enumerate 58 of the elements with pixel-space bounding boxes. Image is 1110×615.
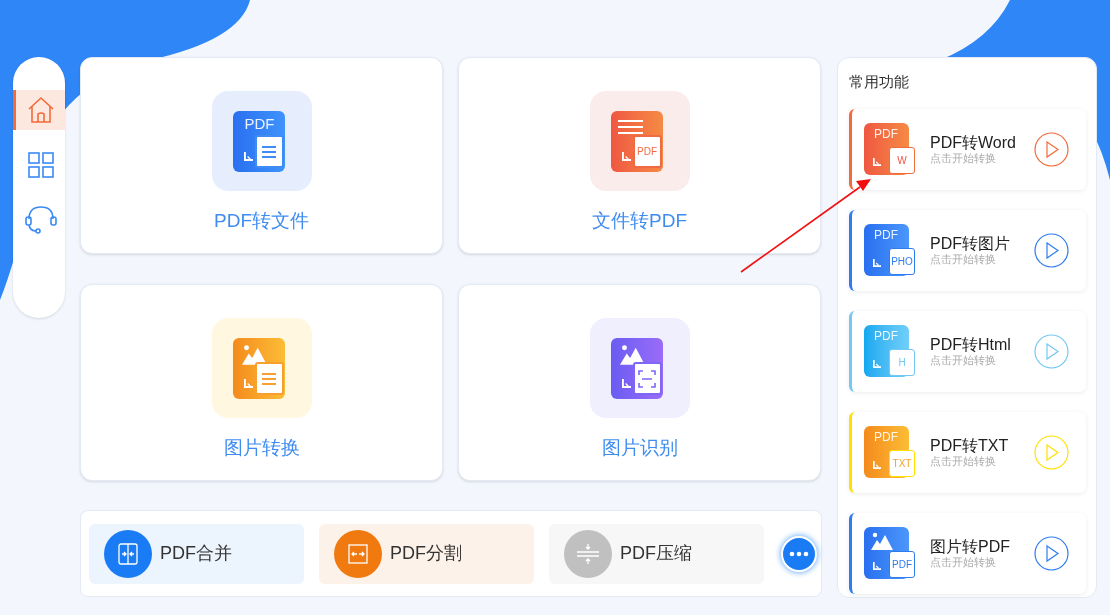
function-item[interactable]: PDF W PDF转Word 点击开始转换 — [849, 108, 1086, 190]
sidebar-item[interactable] — [13, 90, 65, 130]
play-icon[interactable] — [1034, 535, 1069, 571]
headset-icon — [23, 205, 58, 235]
play-icon[interactable] — [1034, 333, 1069, 369]
corner-mark-icon — [873, 360, 881, 368]
function-subtitle: 点击开始转换 — [930, 354, 997, 367]
icon-label: PDF — [874, 330, 898, 342]
icon-label: PDF — [874, 431, 898, 443]
panel-title: 常用功能 — [849, 72, 910, 92]
more-button[interactable] — [781, 535, 817, 572]
function-item[interactable]: PDF 图片转PDF 点击开始转换 — [849, 512, 1086, 594]
corner-mark-icon — [621, 152, 631, 161]
tool-button[interactable]: PDF合并 — [89, 523, 304, 584]
grid-icon — [27, 152, 54, 178]
function-title: PDF转TXT — [930, 436, 1010, 455]
function-title: PDF转Html — [930, 335, 1012, 354]
card-label: 图片转换 — [223, 436, 300, 460]
function-subtitle: 点击开始转换 — [930, 152, 997, 165]
more-icon — [789, 550, 809, 557]
scan-icon — [638, 369, 656, 388]
function-title: PDF转Word — [930, 133, 1017, 152]
corner-mark-icon — [873, 562, 881, 570]
tool-button[interactable]: PDF压缩 — [549, 523, 764, 584]
play-icon[interactable] — [1034, 232, 1069, 268]
function-item[interactable]: PDF TXT PDF转TXT 点击开始转换 — [849, 411, 1086, 493]
corner-mark-icon — [243, 379, 253, 388]
icon-label: TXT — [892, 458, 912, 469]
icon-label: PDF — [244, 116, 275, 131]
play-icon[interactable] — [1034, 131, 1069, 167]
corner-mark-icon — [621, 379, 631, 388]
function-item[interactable]: PDF H PDF转Html 点击开始转换 — [849, 310, 1086, 392]
function-subtitle: 点击开始转换 — [930, 556, 997, 569]
function-title: PDF转图片 — [930, 234, 1011, 253]
function-title: 图片转PDF — [930, 537, 1011, 556]
home-icon — [26, 96, 55, 124]
icon-label: PDF — [892, 559, 912, 570]
corner-mark-icon — [243, 152, 253, 161]
icon-label: W — [897, 155, 907, 166]
text-lines-icon — [617, 120, 643, 134]
function-item[interactable]: PDF PHO PDF转图片 点击开始转换 — [849, 209, 1086, 291]
icon-label: H — [898, 357, 906, 368]
card-label: 图片识别 — [601, 436, 678, 460]
icon-label: PHO — [891, 256, 913, 267]
function-subtitle: 点击开始转换 — [930, 455, 997, 468]
icon-label: PDF — [874, 128, 898, 140]
icon-label: PDF — [874, 229, 898, 241]
mountain-icon — [871, 532, 895, 550]
card-label: 文件转PDF — [592, 209, 687, 233]
card-label: PDF转文件 — [214, 209, 309, 233]
function-subtitle: 点击开始转换 — [930, 253, 997, 266]
icon-label: PDF — [637, 146, 657, 157]
text-lines-icon — [262, 372, 276, 385]
corner-mark-icon — [873, 259, 881, 267]
tool-button[interactable]: PDF分割 — [319, 523, 534, 584]
corner-mark-icon — [873, 158, 881, 166]
corner-mark-icon — [873, 461, 881, 469]
text-lines-icon — [262, 145, 276, 158]
